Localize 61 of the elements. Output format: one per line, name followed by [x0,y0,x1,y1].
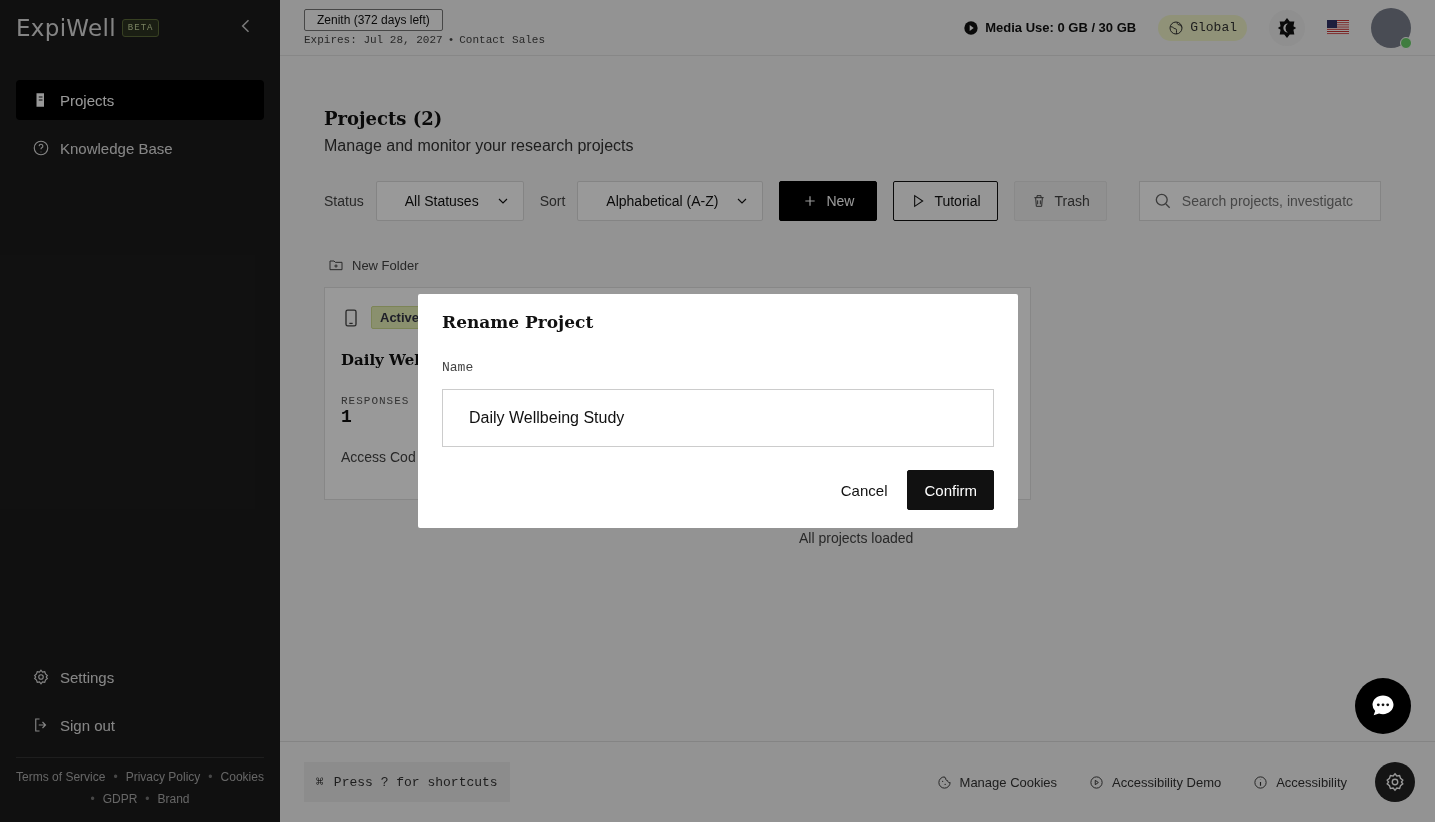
nav-item[interactable]: Knowledge Base [16,128,264,168]
filter-label: Sort [539,193,566,209]
command-key-glyph: ⌘ [316,774,324,790]
stat-label: RESPONSES [341,395,410,407]
separator-dot: • [90,791,95,808]
footer-link[interactable]: Accessibility [1253,774,1347,790]
trash-button[interactable]: Trash [1013,181,1107,221]
settings-icon [32,668,50,686]
region-badge[interactable]: Global [1158,14,1247,41]
confirm-button[interactable]: Confirm [907,470,994,510]
stat-value: 1 [341,407,352,427]
cancel-button[interactable]: Cancel [832,470,896,510]
name-field[interactable]: Daily Wellbeing Study [442,389,994,447]
select-dropdown[interactable]: All Statuses [375,181,524,221]
play-icon [1089,774,1105,790]
play-icon [963,19,980,36]
expiry-text: Expires: Jul 28, 2027 [304,34,443,46]
cookie-icon [936,774,952,790]
access-code-label: Access Cod [341,449,416,465]
settings-icon [1384,771,1406,793]
loaded-text: All projects loaded [799,530,915,546]
new-folder-button[interactable]: New Folder [328,257,1391,273]
search-field[interactable]: Search projects, investigatc [1138,181,1381,221]
footer-link[interactable]: Accessibility Demo [1089,774,1222,790]
page-title: Projects (2) [324,108,444,129]
shortcut-text: Press ? for shortcuts [333,774,498,790]
select-dropdown[interactable]: Alphabetical (A-Z) [577,181,764,221]
flag-icon[interactable] [1327,20,1349,35]
globe-icon [1168,19,1185,36]
plan-badge: Zenith (372 days left) [304,9,443,31]
project-title: Daily Wel [341,351,420,369]
filter-label: Status [324,193,364,209]
new-button[interactable]: New [779,181,878,221]
beta-badge: BETA [121,19,160,37]
nav-item[interactable]: Sign out [16,705,264,745]
contact-link[interactable]: Contact Sales [459,34,546,46]
field-label: Name [442,360,475,375]
tutorial-button[interactable]: Tutorial [893,181,998,221]
footer-link[interactable]: Terms of Service [16,768,106,786]
logo: ExpiWell [16,15,116,41]
footer-link[interactable]: Cookies [220,768,264,786]
info-icon [1253,774,1269,790]
dialog-title: Rename Project [442,312,595,332]
settings-button[interactable] [1375,762,1415,802]
nav-item[interactable]: Settings [16,657,264,697]
separator-dot: • [113,769,118,786]
footer-link[interactable]: GDPR [102,790,138,808]
theme-toggle[interactable] [1269,9,1305,46]
footer-link[interactable]: Manage Cookies [936,774,1058,790]
folder-icon [328,257,344,273]
separator-dot: • [145,791,150,808]
media-usage: Media Use: 0 GB / 30 GB [985,20,1137,35]
footer-link[interactable]: Brand [157,790,190,808]
footer-link[interactable]: Privacy Policy [125,768,201,786]
avatar[interactable] [1371,7,1411,48]
theme-icon [1276,16,1298,39]
separator-dot: • [208,769,213,786]
page-subtitle: Manage and monitor your research projects [324,137,635,155]
help-icon [32,139,50,157]
nav-item[interactable]: Projects [16,80,264,120]
separator-dot: • [447,34,455,46]
